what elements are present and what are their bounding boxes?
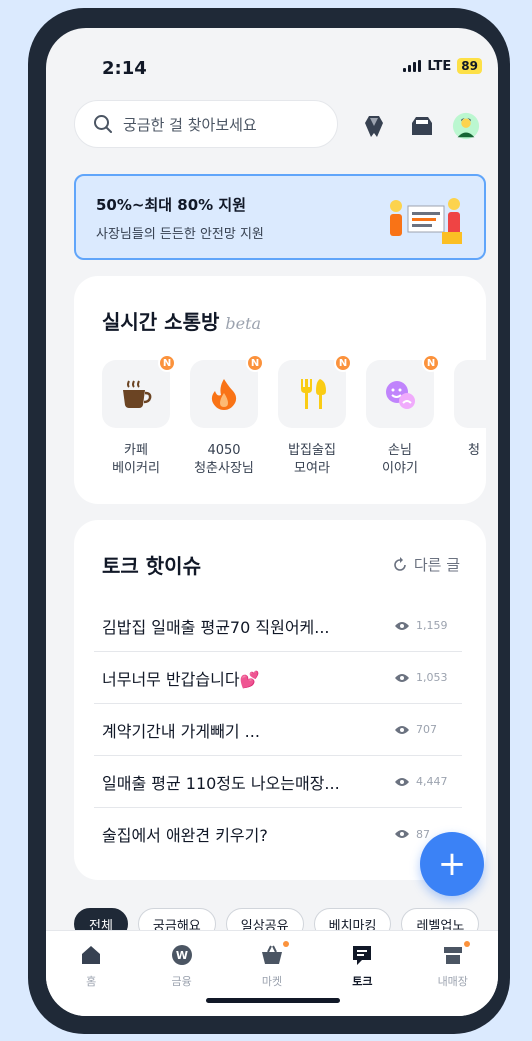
coffee-icon (123, 380, 152, 408)
rooms-list: N 카페 베이커리 N 4050 청춘사장님 N 밥집술집 모여라 N 손님 이… (102, 354, 494, 478)
new-badge: N (158, 354, 176, 372)
tab-label: 내매장 (437, 975, 468, 988)
search-icon (94, 115, 112, 133)
issue-title: 술집에서 애완견 키우기? (102, 826, 268, 845)
refresh-button[interactable]: 다른 글 (392, 554, 460, 575)
tab-label: 금융 (171, 975, 192, 988)
list-item[interactable]: 술집에서 애완견 키우기? 87 (94, 808, 462, 860)
notification-dot (282, 941, 289, 947)
tab-market[interactable]: 마켓 (237, 941, 307, 1016)
ribbon-icon[interactable] (360, 112, 388, 140)
room-cafe[interactable]: N 카페 베이커리 (102, 354, 176, 478)
tab-label: 마켓 (261, 975, 283, 988)
rooms-title: 실시간 소통방 beta (102, 310, 262, 334)
new-badge: N (246, 354, 264, 372)
new-badge: N (422, 354, 440, 372)
hot-issues-card: 토크 핫이슈 다른 글 김밥집 일매출 평균70 직원어케... 1,159 너… (74, 520, 486, 880)
notification-dot (463, 941, 470, 947)
bottom-tab-bar: 홈 W 금융 마켓 토크 내매장 (46, 930, 498, 1016)
network-label: LTE (427, 58, 452, 74)
write-post-button[interactable]: + (420, 832, 484, 896)
room-label: 카페 베이커리 (112, 443, 160, 476)
store-icon (443, 947, 462, 964)
refresh-icon (394, 556, 406, 571)
utensils-icon (301, 379, 326, 409)
room-label: 손님 이야기 (382, 443, 418, 476)
issue-title: 계약기간내 가게빼기 ... (102, 721, 260, 741)
tab-home[interactable]: 홈 (56, 943, 126, 1016)
view-count: 707 (394, 723, 454, 736)
room-label: 청 (468, 443, 480, 458)
refresh-label: 다른 글 (413, 556, 460, 574)
list-item[interactable]: 계약기간내 가게빼기 ... 707 (94, 704, 462, 756)
issue-title: 너무너무 반갑습니다💕 (102, 669, 260, 689)
view-count: 1,159 (394, 619, 454, 632)
list-item[interactable]: 김밥집 일매출 평균70 직원어케... 1,159 (94, 600, 462, 652)
signal-icon (403, 60, 422, 72)
eye-icon (395, 621, 409, 630)
status-time: 2:14 (102, 58, 147, 79)
banner-illustration-icon (390, 198, 462, 244)
status-indicators: LTE 89 (403, 58, 482, 74)
battery-level: 89 (457, 58, 482, 74)
room-customer-story[interactable]: N 손님 이야기 (366, 354, 440, 478)
chat-icon (353, 946, 372, 965)
screen: 2:14 LTE 89 궁금한 걸 찾아보세요 50%~최대 80% 지원 사장… (46, 28, 498, 1016)
room-partial[interactable]: 청 (454, 360, 494, 478)
inbox-icon[interactable] (408, 112, 436, 140)
eye-icon (395, 777, 409, 786)
avatar[interactable] (452, 112, 480, 140)
face-icon (386, 381, 415, 409)
fire-icon (211, 379, 237, 410)
hot-issues-title: 토크 핫이슈 (102, 554, 201, 578)
view-count: 1,053 (394, 671, 454, 684)
search-placeholder: 궁금한 걸 찾아보세요 (123, 115, 257, 134)
room-restaurant-bar[interactable]: N 밥집술집 모여라 (278, 354, 352, 478)
basket-icon (261, 945, 282, 964)
issue-title: 일매출 평균 110정도 나오는매장... (102, 773, 340, 793)
beta-label: beta (225, 314, 262, 333)
issue-list: 김밥집 일매출 평균70 직원어케... 1,159 너무너무 반갑습니다💕 1… (94, 600, 462, 860)
realtime-rooms-card: 실시간 소통방 beta N 카페 베이커리 N 4050 청춘사장님 N 밥집… (74, 276, 494, 504)
room-label: 밥집술집 모여라 (288, 443, 336, 476)
eye-icon (395, 673, 409, 682)
won-icon: W (171, 945, 192, 965)
svg-text:W: W (176, 949, 188, 962)
promo-banner[interactable]: 50%~최대 80% 지원 사장님들의 든든한 안전망 지원 (74, 174, 486, 260)
home-indicator (206, 998, 340, 1003)
search-bar[interactable]: 궁금한 걸 찾아보세요 (74, 100, 338, 148)
eye-icon (395, 830, 409, 838)
room-label: 4050 청춘사장님 (194, 443, 254, 476)
new-badge: N (334, 354, 352, 372)
tab-my-store[interactable]: 내매장 (418, 941, 488, 1016)
list-item[interactable]: 일매출 평균 110정도 나오는매장... 4,447 (94, 756, 462, 808)
tab-finance[interactable]: W 금융 (147, 943, 217, 1016)
eye-icon (395, 725, 409, 734)
tab-talk[interactable]: 토크 (327, 943, 397, 1016)
tab-label: 토크 (352, 975, 373, 988)
list-item[interactable]: 너무너무 반갑습니다💕 1,053 (94, 652, 462, 704)
home-icon (82, 946, 101, 964)
status-bar: 2:14 LTE 89 (46, 28, 498, 90)
issue-title: 김밥집 일매출 평균70 직원어케... (102, 617, 330, 637)
room-4050[interactable]: N 4050 청춘사장님 (190, 354, 264, 478)
view-count: 4,447 (394, 775, 454, 788)
tab-label: 홈 (86, 975, 97, 988)
